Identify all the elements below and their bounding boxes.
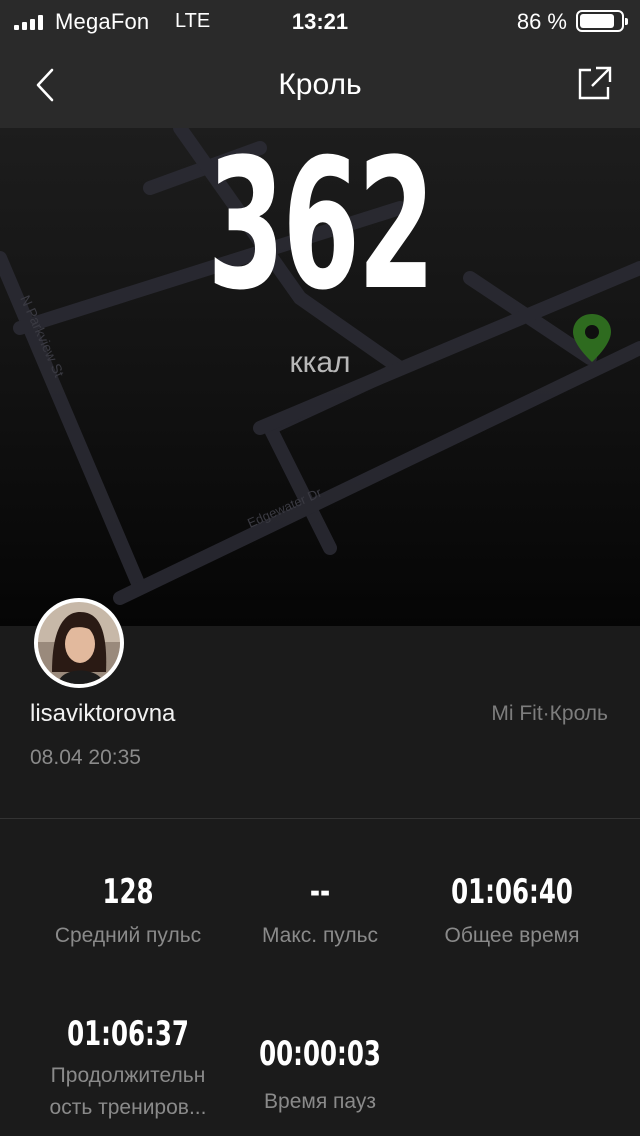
stat-workout-duration: 01:06:37 Продолжительн ость трениров...: [28, 1014, 228, 1124]
stat-label: Время пауз: [264, 1090, 376, 1113]
stat-value: 01:06:37: [67, 1014, 189, 1054]
avatar-photo-icon: [38, 602, 120, 684]
divider: [0, 818, 640, 819]
share-external-icon: [578, 66, 612, 100]
stat-total-time: 01:06:40 Общее время: [416, 872, 608, 952]
status-bar: MegaFon LTE 13:21 86 %: [0, 0, 640, 42]
stat-label: Средний пульс: [54, 924, 202, 947]
battery-icon: [576, 10, 628, 32]
workout-map[interactable]: N Parkview St Edgewater Dr 362 ккал: [0, 128, 640, 626]
stat-value: 01:06:40: [451, 872, 573, 912]
avatar[interactable]: [34, 598, 124, 688]
stat-value: 128: [102, 872, 154, 912]
workout-datetime: 08.04 20:35: [30, 746, 141, 769]
calories-unit: ккал: [289, 346, 351, 379]
stat-max-heart-rate: -- Макс. пульс: [230, 872, 410, 952]
stat-label: Макс. пульс: [261, 924, 379, 947]
workout-source: Mi Fit·Кроль: [491, 702, 608, 725]
stat-value: --: [309, 872, 331, 912]
stat-value: 00:00:03: [259, 1034, 381, 1074]
stat-label: Продолжительн ость трениров...: [49, 1064, 207, 1119]
location-pin-icon: [573, 314, 611, 362]
battery-percent: 86 %: [516, 9, 567, 34]
username: lisaviktorovna: [30, 700, 176, 727]
share-button[interactable]: [574, 64, 614, 104]
stat-avg-heart-rate: 128 Средний пульс: [28, 872, 228, 952]
stat-pause-time: 00:00:03 Время пауз: [230, 1034, 410, 1118]
profile-section: lisaviktorovna Mi Fit·Кроль 08.04 20:35: [0, 598, 640, 818]
navigation-bar: Кроль: [0, 42, 640, 128]
page-title: Кроль: [278, 68, 362, 101]
stat-label: Общее время: [444, 924, 580, 947]
calories-value: 362: [207, 128, 435, 330]
